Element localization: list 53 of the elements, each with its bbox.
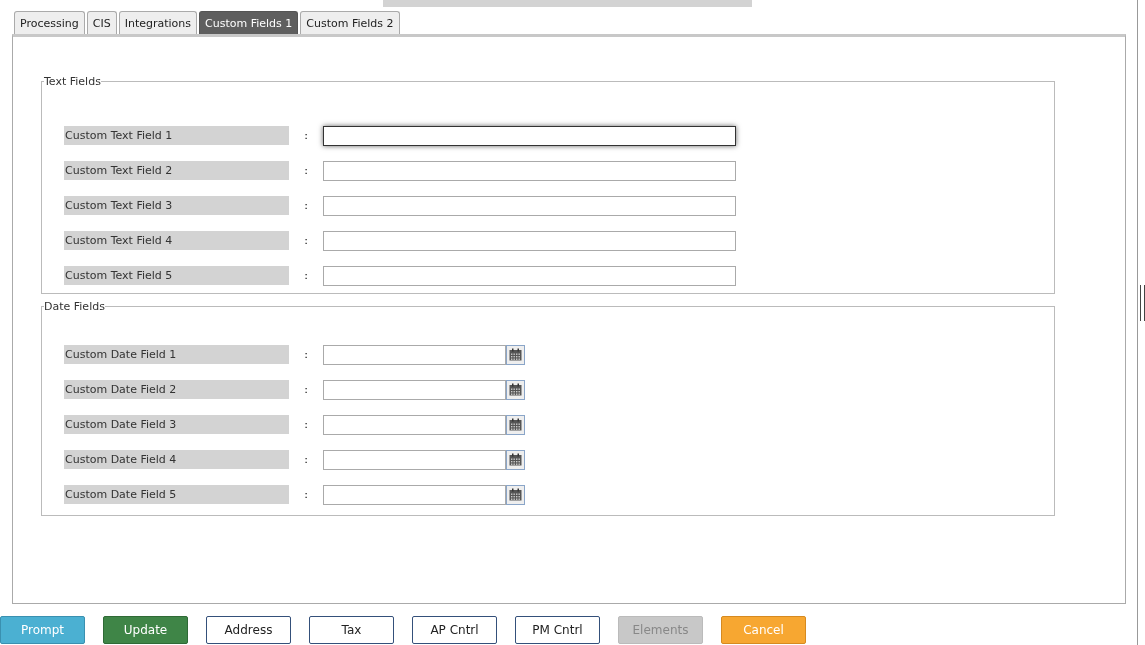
action-button[interactable]: PM Cntrl	[515, 616, 600, 644]
date-input-field[interactable]	[323, 484, 506, 505]
action-button[interactable]: Address	[206, 616, 291, 644]
splitter-handle[interactable]	[1140, 285, 1145, 321]
text-input-field[interactable]	[323, 195, 736, 216]
field-label: Custom Date Field 1	[64, 345, 289, 364]
calendar-icon	[509, 383, 522, 396]
field-label: Custom Text Field 4	[64, 231, 289, 250]
colon-separator: :	[303, 164, 309, 177]
field-label: Custom Date Field 5	[64, 485, 289, 504]
colon-separator: :	[303, 453, 309, 466]
calendar-button[interactable]	[506, 379, 525, 400]
colon-separator: :	[303, 269, 309, 282]
tab[interactable]: CIS	[86, 11, 117, 35]
date-input-field[interactable]	[323, 379, 506, 400]
date-input-field[interactable]	[323, 449, 506, 470]
text-input-field[interactable]	[323, 125, 736, 146]
calendar-icon	[509, 488, 522, 501]
text-input-field[interactable]	[323, 160, 736, 181]
field-label: Custom Date Field 2	[64, 380, 289, 399]
tab[interactable]: Custom Fields 2	[300, 11, 400, 35]
fieldset-legend: Date Fields	[44, 300, 105, 313]
calendar-button[interactable]	[506, 414, 525, 435]
calendar-icon	[509, 348, 522, 361]
date-input-field[interactable]	[323, 344, 506, 365]
field-label: Custom Text Field 3	[64, 196, 289, 215]
text-input-field[interactable]	[323, 265, 736, 286]
field-label: Custom Text Field 2	[64, 161, 289, 180]
text-input-field[interactable]	[323, 230, 736, 251]
calendar-button[interactable]	[506, 344, 525, 365]
fieldset-legend: Text Fields	[44, 75, 101, 88]
tab[interactable]: Custom Fields 1	[199, 11, 299, 35]
colon-separator: :	[303, 129, 309, 142]
date-input-field[interactable]	[323, 414, 506, 435]
colon-separator: :	[303, 234, 309, 247]
calendar-button[interactable]	[506, 449, 525, 470]
calendar-icon	[509, 453, 522, 466]
colon-separator: :	[303, 488, 309, 501]
colon-separator: :	[303, 383, 309, 396]
calendar-icon	[509, 418, 522, 431]
action-button[interactable]: Tax	[309, 616, 394, 644]
field-label: Custom Text Field 5	[64, 266, 289, 285]
calendar-button[interactable]	[506, 484, 525, 505]
field-label: Custom Text Field 1	[64, 126, 289, 145]
tab[interactable]: Integrations	[118, 11, 197, 35]
field-label: Custom Date Field 3	[64, 415, 289, 434]
tab[interactable]: Processing	[14, 11, 85, 35]
field-label: Custom Date Field 4	[64, 450, 289, 469]
colon-separator: :	[303, 418, 309, 431]
action-button[interactable]: Update	[103, 616, 188, 644]
colon-separator: :	[303, 348, 309, 361]
action-button[interactable]: AP Cntrl	[412, 616, 497, 644]
colon-separator: :	[303, 199, 309, 212]
